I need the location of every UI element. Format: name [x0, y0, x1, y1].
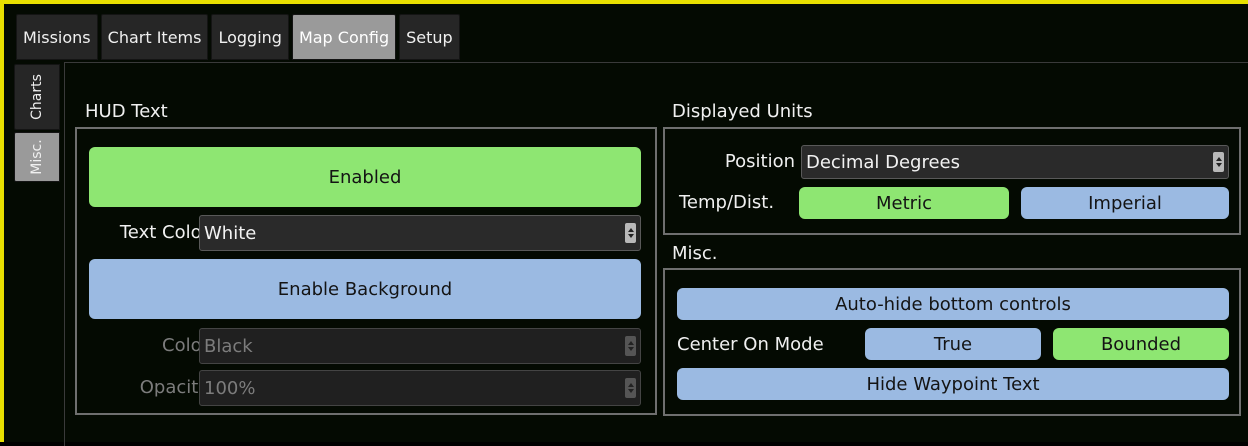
map-config-panel: HUD Text Enabled Text Color White Enable… [64, 62, 1248, 446]
hud-enabled-button[interactable]: Enabled [89, 147, 641, 207]
center-mode-true-button[interactable]: True [865, 328, 1041, 360]
misc-group: Auto-hide bottom controls Center On Mode… [663, 268, 1241, 416]
position-format-value: Decimal Degrees [806, 151, 961, 173]
text-color-label: Text Color [119, 222, 209, 243]
app-window: Missions Chart Items Logging Map Config … [0, 0, 1248, 446]
top-tab-bar: Missions Chart Items Logging Map Config … [16, 14, 460, 62]
displayed-units-group: Position Decimal Degrees Temp/Dist. Metr… [663, 127, 1241, 235]
spinner-arrows-icon [625, 378, 636, 398]
tab-logging[interactable]: Logging [211, 14, 289, 60]
enable-background-button[interactable]: Enable Background [89, 259, 641, 319]
tab-chart-items[interactable]: Chart Items [100, 14, 209, 60]
side-tab-misc[interactable]: Misc. [14, 132, 60, 182]
center-on-mode-label: Center On Mode [677, 334, 824, 355]
tab-setup[interactable]: Setup [399, 14, 460, 60]
hud-text-title: HUD Text [85, 101, 168, 122]
hide-waypoint-text-button[interactable]: Hide Waypoint Text [677, 368, 1229, 400]
select-arrows-icon [625, 336, 636, 356]
select-arrows-icon [625, 223, 636, 243]
tab-map-config[interactable]: Map Config [291, 14, 397, 60]
center-mode-bounded-button[interactable]: Bounded [1053, 328, 1229, 360]
side-tab-misc-label: Misc. [29, 139, 45, 175]
displayed-units-title: Displayed Units [672, 101, 813, 122]
opacity-spinbox[interactable]: 100% [199, 370, 641, 406]
metric-button[interactable]: Metric [799, 187, 1009, 219]
text-color-select[interactable]: White [199, 215, 641, 251]
position-label: Position [724, 151, 795, 172]
background-color-select[interactable]: Black [199, 328, 641, 364]
side-tab-charts-label: Charts [29, 74, 45, 120]
side-tab-charts[interactable]: Charts [14, 64, 60, 130]
temp-dist-label: Temp/Dist. [679, 192, 775, 213]
select-arrows-icon [1213, 152, 1224, 172]
opacity-value: 100% [204, 377, 256, 399]
hud-text-group: Enabled Text Color White Enable Backgrou… [75, 127, 657, 415]
text-color-value: White [204, 222, 257, 244]
auto-hide-controls-button[interactable]: Auto-hide bottom controls [677, 288, 1229, 320]
background-color-value: Black [204, 335, 253, 357]
misc-title: Misc. [672, 243, 718, 264]
tab-missions[interactable]: Missions [16, 14, 98, 60]
position-format-select[interactable]: Decimal Degrees [801, 145, 1229, 179]
imperial-button[interactable]: Imperial [1021, 187, 1229, 219]
